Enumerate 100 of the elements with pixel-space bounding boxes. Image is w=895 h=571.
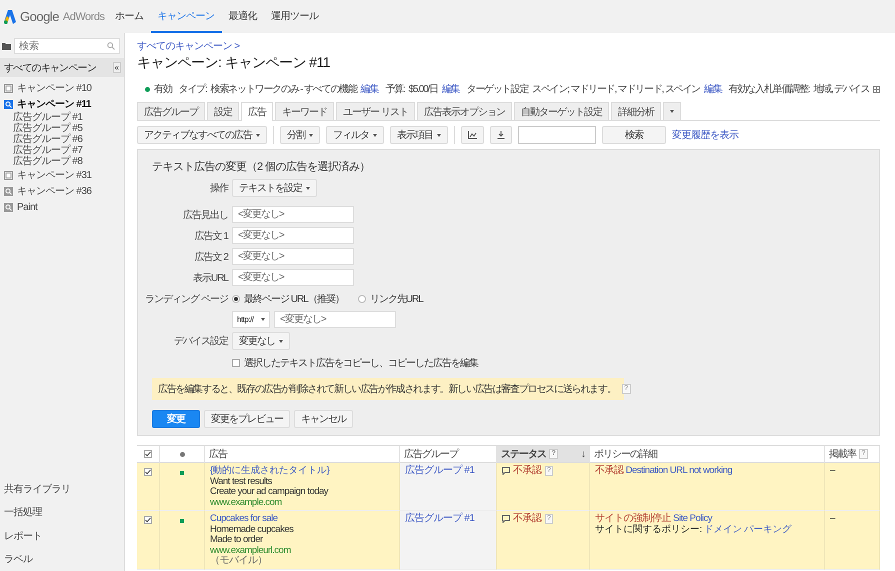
policy-link[interactable]: Destination URL not working bbox=[626, 465, 732, 476]
logo-brand: Google bbox=[20, 9, 59, 24]
breadcrumb-link[interactable]: すべてのキャンペーン > bbox=[137, 41, 240, 53]
comment-icon[interactable] bbox=[502, 467, 510, 476]
policy-link[interactable]: ドメイン パーキング bbox=[704, 524, 792, 534]
rate-value: – bbox=[830, 513, 835, 524]
collapse-button[interactable]: « bbox=[112, 62, 121, 73]
ad-group-link[interactable]: 広告グループ #1 bbox=[405, 465, 474, 476]
ad-text: Homemade cupcakes bbox=[210, 524, 294, 535]
tab[interactable]: 広告 bbox=[241, 102, 273, 121]
sidebar-link[interactable]: 一括処理 bbox=[4, 505, 42, 520]
tab[interactable]: ユーザー リスト bbox=[336, 102, 415, 120]
tab[interactable]: キーワード bbox=[275, 102, 334, 120]
policy-link[interactable]: Site Policy bbox=[673, 513, 712, 524]
ad-note: （モバイル） bbox=[210, 556, 268, 566]
status-text: 不承認 bbox=[513, 514, 542, 524]
sidebar-link[interactable]: 共有ライブラリ bbox=[4, 482, 70, 496]
edit-link[interactable]: 編集 bbox=[704, 82, 722, 96]
checkbox[interactable] bbox=[232, 358, 240, 366]
ad-group-item[interactable]: 広告グループ #6 bbox=[0, 134, 124, 145]
apply-button[interactable]: 変更 bbox=[152, 410, 200, 428]
radio-option[interactable]: リンク先URL bbox=[358, 292, 423, 306]
search-icon bbox=[107, 42, 115, 50]
policy-label: 不承認 bbox=[595, 465, 624, 476]
download-icon bbox=[497, 131, 505, 139]
sidebar-link[interactable]: レポート bbox=[4, 528, 42, 543]
text-field[interactable]: <変更なし> bbox=[232, 227, 354, 244]
nav-tab[interactable]: キャンペーン bbox=[150, 0, 222, 33]
ad-group-item[interactable]: 広告グループ #5 bbox=[0, 123, 124, 134]
campaign-item[interactable]: キャンペーン #31 bbox=[0, 167, 124, 183]
status-text: 有効 bbox=[154, 82, 172, 96]
ad-text: Create your ad campaign today bbox=[210, 487, 330, 498]
page-title: キャンペーン: キャンペーン #11 bbox=[137, 53, 331, 71]
tab[interactable]: 設定 bbox=[207, 102, 239, 120]
action-button[interactable]: 変更をプレビュー bbox=[204, 410, 290, 428]
ad-url: www.example.com bbox=[210, 498, 283, 508]
search-field[interactable]: 検索 bbox=[14, 38, 120, 54]
device-dropdown[interactable]: 変更なし bbox=[232, 332, 290, 350]
nav-tab[interactable]: ホーム bbox=[108, 0, 150, 33]
radio-button[interactable] bbox=[232, 294, 240, 302]
field-label: 表示URL bbox=[192, 272, 228, 284]
nav-tab[interactable]: 運用ツール bbox=[264, 0, 326, 33]
operation-dropdown[interactable]: テキストを設定 bbox=[232, 179, 317, 197]
ad-url: www.exampleurl.com bbox=[210, 546, 292, 556]
all-campaigns-item[interactable]: すべてのキャンペーン bbox=[4, 60, 96, 74]
tab[interactable]: 広告グループ bbox=[137, 102, 205, 120]
display-campaign-icon bbox=[4, 84, 13, 92]
radio-button[interactable] bbox=[358, 294, 366, 302]
caret-icon bbox=[309, 134, 313, 136]
summary-label: 有効な入札単価調整: bbox=[728, 82, 810, 96]
campaign-item[interactable]: Paint bbox=[0, 199, 124, 215]
text-field[interactable]: <変更なし> bbox=[232, 248, 354, 265]
table-icon[interactable] bbox=[873, 86, 880, 92]
summary-value: 地域, デバイス bbox=[813, 82, 870, 96]
search-button[interactable]: 検索 bbox=[602, 126, 666, 144]
url-field[interactable]: <変更なし> bbox=[274, 311, 396, 328]
caret-icon bbox=[373, 134, 377, 136]
ad-text: Want test results bbox=[210, 476, 273, 487]
download-button[interactable] bbox=[490, 126, 512, 144]
row-checkbox[interactable] bbox=[144, 516, 152, 524]
row-checkbox[interactable] bbox=[144, 468, 152, 476]
summary-value: スペイン; マドリード, マドリード, スペイン bbox=[532, 83, 700, 96]
tab[interactable]: 詳細分析 bbox=[610, 102, 661, 120]
nav-tab[interactable]: 最適化 bbox=[222, 0, 264, 33]
ad-text: Made to order bbox=[210, 535, 264, 546]
text-field[interactable]: <変更なし> bbox=[232, 269, 354, 286]
tab[interactable]: 広告表示オプション bbox=[416, 102, 512, 120]
chart-button[interactable] bbox=[461, 126, 484, 144]
protocol-dropdown[interactable]: http:// bbox=[232, 311, 270, 328]
summary-label: 予算: bbox=[385, 83, 404, 96]
logo-product: AdWords bbox=[62, 10, 104, 22]
search-field[interactable] bbox=[518, 126, 596, 144]
ad-group-item[interactable]: 広告グループ #1 bbox=[0, 112, 124, 123]
ad-headline-link[interactable]: Cupcakes for sale bbox=[210, 514, 394, 524]
field-label: 広告見出し bbox=[182, 208, 228, 222]
history-link[interactable]: 変更履歴を表示 bbox=[672, 128, 738, 142]
ad-group-item[interactable]: 広告グループ #7 bbox=[0, 145, 124, 156]
chart-icon bbox=[468, 131, 477, 139]
text-field[interactable]: <変更なし> bbox=[232, 206, 354, 223]
ad-headline-link[interactable]: {動的に生成されたタイトル} bbox=[210, 466, 394, 476]
caret-icon bbox=[437, 134, 441, 136]
field-label: ランディング ページ bbox=[144, 292, 228, 306]
comment-icon[interactable] bbox=[502, 515, 510, 524]
radio-option[interactable]: 最終ページ URL（推奨） bbox=[232, 292, 344, 306]
menu-dropdown[interactable]: フィルタ bbox=[326, 126, 384, 144]
action-button[interactable]: キャンセル bbox=[294, 410, 353, 428]
tab[interactable]: 自動ターゲット設定 bbox=[514, 102, 609, 120]
menu-dropdown[interactable]: 分割 bbox=[280, 126, 320, 144]
campaign-item[interactable]: キャンペーン #10 bbox=[0, 80, 124, 96]
ad-group-link[interactable]: 広告グループ #1 bbox=[405, 513, 474, 524]
edit-link[interactable]: 編集 bbox=[442, 82, 460, 96]
menu-dropdown[interactable]: 表示項目 bbox=[390, 126, 448, 144]
view-dropdown[interactable]: アクティブなすべての広告 bbox=[137, 126, 267, 144]
campaign-item[interactable]: キャンペーン #36 bbox=[0, 183, 124, 199]
ad-group-item[interactable]: 広告グループ #8 bbox=[0, 156, 124, 167]
edit-link[interactable]: 編集 bbox=[360, 82, 378, 96]
campaign-item[interactable]: キャンペーン #11 bbox=[0, 96, 124, 112]
sidebar-link[interactable]: ラベル bbox=[4, 552, 32, 566]
select-all-checkbox[interactable] bbox=[144, 450, 152, 458]
folder-icon[interactable] bbox=[2, 42, 11, 50]
